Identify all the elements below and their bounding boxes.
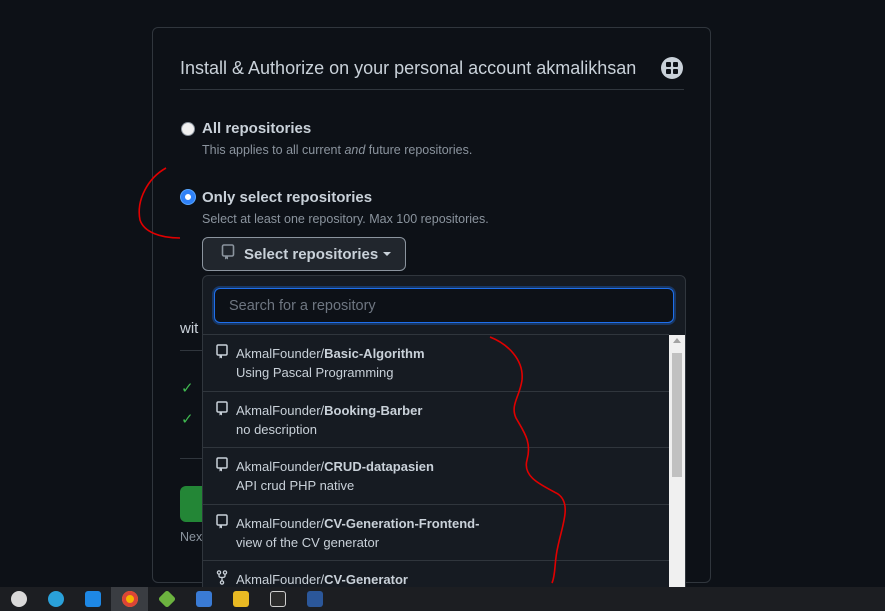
page: Install & Authorize on your personal acc… <box>0 0 885 611</box>
repository-name: AkmalFounder/CV-Generator <box>236 572 408 587</box>
telegram-icon[interactable] <box>37 587 74 611</box>
list-item[interactable]: AkmalFounder/CV-Generation-Frontend- vie… <box>203 505 669 561</box>
select-repositories-button[interactable]: Select repositories <box>202 237 406 271</box>
word-icon[interactable] <box>296 587 333 611</box>
dropdown-scrollbar[interactable] <box>669 335 685 594</box>
repository-name: AkmalFounder/CV-Generation-Frontend- <box>236 515 480 531</box>
repo-icon <box>221 244 235 264</box>
terminal-icon[interactable] <box>259 587 296 611</box>
chevron-down-icon <box>383 252 392 256</box>
repository-description: Using Pascal Programming <box>236 365 394 380</box>
only-select-repositories-radio[interactable] <box>181 190 195 204</box>
repository-name: AkmalFounder/Booking-Barber <box>236 402 423 418</box>
next-hint-partial: Nex <box>180 530 203 544</box>
repo-icon <box>216 344 228 364</box>
permissions-heading-partial: wit <box>180 320 199 337</box>
list-item[interactable]: AkmalFounder/Booking-Barber no descripti… <box>203 392 669 448</box>
repository-dropdown: AkmalFounder/Basic-Algorithm Using Pasca… <box>202 275 686 595</box>
app-logo-icon <box>661 57 683 79</box>
only-select-repositories-label: Only select repositories <box>202 189 373 206</box>
list-item[interactable]: AkmalFounder/Basic-Algorithm Using Pasca… <box>203 335 669 392</box>
check-icon: ✓ <box>181 411 194 428</box>
repository-list: AkmalFounder/Basic-Algorithm Using Pasca… <box>203 335 669 594</box>
repository-search-input[interactable] <box>214 288 674 323</box>
repository-description: view of the CV generator <box>236 534 380 550</box>
filezilla-icon[interactable] <box>222 587 259 611</box>
repository-description: no description <box>236 421 317 437</box>
repository-description: API crud PHP native <box>236 478 355 493</box>
repository-name: AkmalFounder/CRUD-datapasien <box>236 459 434 474</box>
taskbar <box>0 587 885 611</box>
repo-icon <box>216 513 228 534</box>
all-repositories-label: All repositories <box>202 120 312 137</box>
all-repositories-radio[interactable] <box>181 122 195 136</box>
only-select-repositories-description: Select at least one repository. Max 100 … <box>202 212 489 226</box>
photos-icon[interactable] <box>185 587 222 611</box>
all-repositories-description: This applies to all current and future r… <box>202 143 473 157</box>
repo-icon <box>216 400 228 421</box>
scroll-up-arrow-icon[interactable] <box>673 338 681 343</box>
repo-icon <box>216 457 228 477</box>
scroll-thumb[interactable] <box>672 353 682 477</box>
vscode-icon[interactable] <box>74 587 111 611</box>
title-divider <box>180 89 684 90</box>
page-title: Install & Authorize on your personal acc… <box>180 58 637 78</box>
chrome-icon[interactable] <box>111 587 148 611</box>
taskbar-app-icon[interactable] <box>0 587 37 611</box>
check-icon: ✓ <box>181 380 194 397</box>
repository-name: AkmalFounder/Basic-Algorithm <box>236 346 425 361</box>
list-item[interactable]: AkmalFounder/CRUD-datapasien API crud PH… <box>203 448 669 505</box>
git-icon[interactable] <box>148 587 185 611</box>
select-repositories-label: Select repositories <box>244 245 379 263</box>
